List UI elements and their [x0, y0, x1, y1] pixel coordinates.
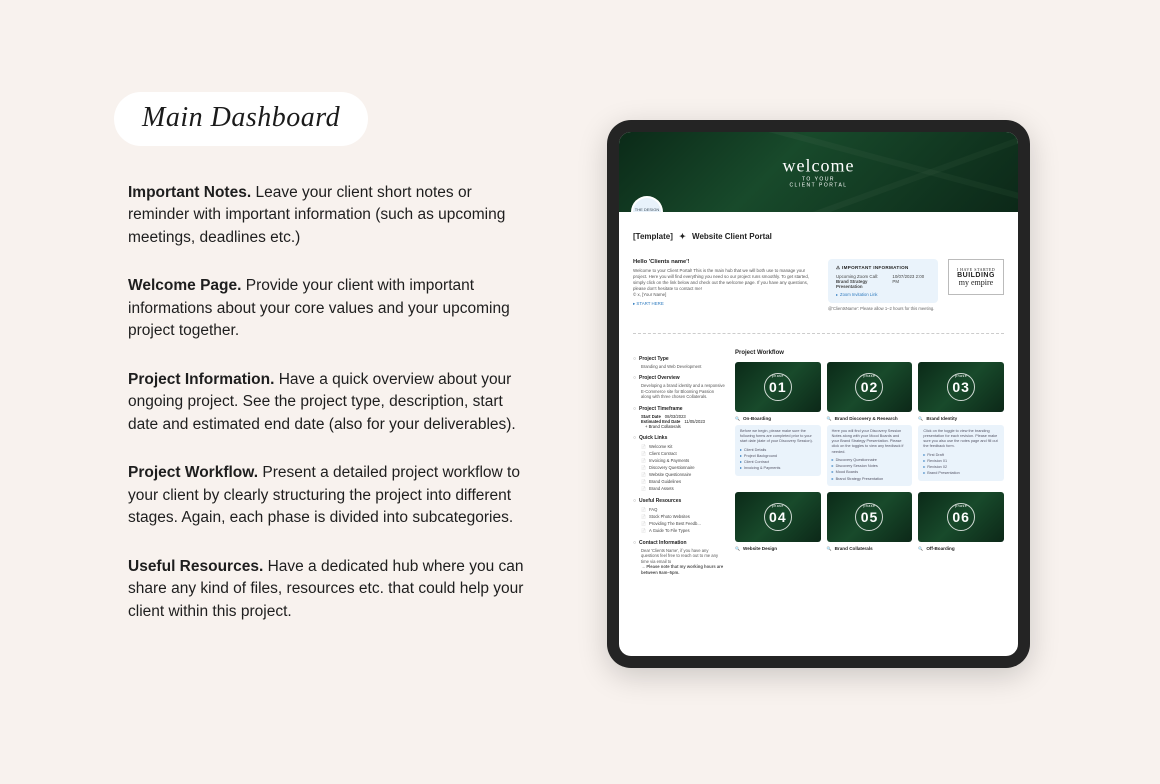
- resource-item[interactable]: Providing The Best Feedb...: [641, 520, 725, 527]
- resource-item[interactable]: A Guide To File Types: [641, 527, 725, 534]
- divider: [633, 333, 1004, 334]
- h-contact: Contact Information: [633, 540, 725, 546]
- phase-desc: Before we begin, please make sure the fo…: [735, 425, 821, 476]
- left-column: Main Dashboard Important Notes. Leave yo…: [128, 92, 538, 649]
- important-info-card: ⚠ IMPORTANT INFORMATION Upcoming Zoom Ca…: [828, 259, 938, 303]
- hello-block: Hello 'Clients name'! Welcome to your Cl…: [633, 259, 818, 307]
- title-text: Website Client Portal: [692, 232, 772, 241]
- top-row: Hello 'Clients name'! Welcome to your Cl…: [633, 259, 1004, 311]
- card-disclaimer: @'ClientsName': Please allow 1–2 hours f…: [828, 306, 938, 311]
- portal-sidebar: Project Type Branding and Web Developmen…: [633, 350, 725, 575]
- workflow-heading: Project Workflow: [735, 350, 1004, 356]
- phase-tile[interactable]: phase06: [918, 492, 1004, 542]
- h-resources: Useful Resources: [633, 498, 725, 504]
- phase-label: Brand Collaterals: [827, 546, 913, 551]
- v-overview: Developing a brand identity and a respon…: [641, 383, 725, 399]
- hero-welcome-text: welcome TO YOUR CLIENT PORTAL: [783, 156, 855, 189]
- portal-title: [Template] ✦ Website Client Portal: [633, 232, 1004, 241]
- intro-text: Welcome to your Client Portal! This is t…: [633, 268, 818, 292]
- phase-column: phase03 Brand Identity Click on the toggle…: [918, 362, 1004, 486]
- h-quicklinks: Quick Links: [633, 435, 725, 441]
- resources-list: FAQStock Photo WebsitesProviding The Bes…: [641, 506, 725, 534]
- quicklink-item[interactable]: Website Questionnaire: [641, 471, 725, 478]
- phase-label: Website Design: [735, 546, 821, 551]
- phase-item[interactable]: Brand Strategy Presentation: [832, 476, 908, 482]
- workflow-area: Project Workflow phase01 On-Boarding Befor…: [735, 350, 1004, 575]
- phase-label: Brand Identity: [918, 416, 1004, 421]
- start-here-link[interactable]: ▸ START HERE: [633, 301, 818, 307]
- phase-column: phase01 On-Boarding Before we begin, pleas…: [735, 362, 821, 486]
- section-project-info: Project Information. Have a quick overvi…: [128, 369, 528, 436]
- quicklink-item[interactable]: Brand Assets: [641, 485, 725, 492]
- section-welcome-page: Welcome Page. Provide your client with i…: [128, 275, 528, 342]
- important-info-card-wrap: ⚠ IMPORTANT INFORMATION Upcoming Zoom Ca…: [828, 259, 938, 311]
- quicklink-item[interactable]: Brand Guidelines: [641, 478, 725, 485]
- quicklinks-list: Welcome KitClient ContractInvoicing & Pa…: [641, 443, 725, 492]
- studio-badge: THE DESIGN STUDIO: [633, 198, 661, 212]
- hero-banner: welcome TO YOUR CLIENT PORTAL THE DESIGN…: [619, 132, 1018, 212]
- quicklink-item[interactable]: Client Contract: [641, 450, 725, 457]
- phase-column: phase04 Website Design: [735, 492, 821, 551]
- phase-column: phase02 Brand Discovery & Research Here yo…: [827, 362, 913, 486]
- page-title: Main Dashboard: [142, 102, 340, 133]
- phase-tile[interactable]: phase04: [735, 492, 821, 542]
- phase-label: On-Boarding: [735, 416, 821, 421]
- phase-tile[interactable]: phase01: [735, 362, 821, 412]
- section-useful-resources: Useful Resources. Have a dedicated hub w…: [128, 556, 528, 623]
- h-project-type: Project Type: [633, 356, 725, 362]
- phase-item[interactable]: Brand Presentation: [923, 471, 999, 477]
- section-project-workflow: Project Workflow. Present a detailed pro…: [128, 462, 528, 529]
- phase-column: phase06 Off-Boarding: [918, 492, 1004, 551]
- h-timeframe: Project Timeframe: [633, 406, 725, 412]
- resource-item[interactable]: FAQ: [641, 506, 725, 513]
- intro-sign: © x, [Your Name]: [633, 292, 818, 298]
- heading: Important Notes.: [128, 184, 251, 201]
- heading: Project Workflow.: [128, 464, 258, 481]
- card-line: Upcoming Zoom Call: Brand Strategy Prese…: [836, 274, 930, 289]
- phase-tile[interactable]: phase03: [918, 362, 1004, 412]
- card-date: 10/07/2023 2:00 PM: [892, 274, 930, 289]
- heading: Project Information.: [128, 371, 274, 388]
- phase-label: Brand Discovery & Research: [827, 416, 913, 421]
- phase-desc: Click on the toggle to view the branding…: [918, 425, 1004, 481]
- quicklink-item[interactable]: Discovery Questionnaire: [641, 464, 725, 471]
- building-quote: I HAVE STARTED BUILDING my empire: [948, 259, 1004, 295]
- hero-script: welcome: [783, 156, 855, 177]
- v-project-type: Branding and Web Development: [641, 364, 725, 369]
- phase-desc: Here you will find your Discovery Sessio…: [827, 425, 913, 486]
- v-contact: Dear 'Clients Name', if you have any que…: [641, 548, 725, 564]
- phase-item[interactable]: Invoicing & Payments: [740, 466, 816, 472]
- tablet-mockup: welcome TO YOUR CLIENT PORTAL THE DESIGN…: [607, 120, 1030, 668]
- hero-sub2: CLIENT PORTAL: [783, 183, 855, 189]
- heading: Welcome Page.: [128, 277, 241, 294]
- h-overview: Project Overview: [633, 375, 725, 381]
- portal-screen: welcome TO YOUR CLIENT PORTAL THE DESIGN…: [619, 132, 1018, 656]
- phase-column: phase05 Brand Collaterals: [827, 492, 913, 551]
- quicklink-item[interactable]: Welcome Kit: [641, 443, 725, 450]
- quicklink-item[interactable]: Invoicing & Payments: [641, 457, 725, 464]
- v-contact-note: → Please note that my working hours are …: [641, 564, 725, 575]
- diamond-icon: ✦: [679, 232, 686, 241]
- heading: Useful Resources.: [128, 558, 263, 575]
- phase-tile[interactable]: phase02: [827, 362, 913, 412]
- phase-tile[interactable]: phase05: [827, 492, 913, 542]
- card-header: ⚠ IMPORTANT INFORMATION: [836, 265, 930, 271]
- section-important-notes: Important Notes. Leave your client short…: [128, 182, 528, 249]
- resource-item[interactable]: Stock Photo Websites: [641, 513, 725, 520]
- phase-label: Off-Boarding: [918, 546, 1004, 551]
- title-prefix: [Template]: [633, 232, 673, 241]
- title-pill: Main Dashboard: [114, 92, 368, 146]
- main-grid: Project Type Branding and Web Developmen…: [633, 350, 1004, 575]
- hello-heading: Hello 'Clients name'!: [633, 259, 818, 265]
- zoom-link[interactable]: Zoom Invitation Link: [836, 292, 930, 297]
- phase-grid: phase01 On-Boarding Before we begin, pleas…: [735, 362, 1004, 551]
